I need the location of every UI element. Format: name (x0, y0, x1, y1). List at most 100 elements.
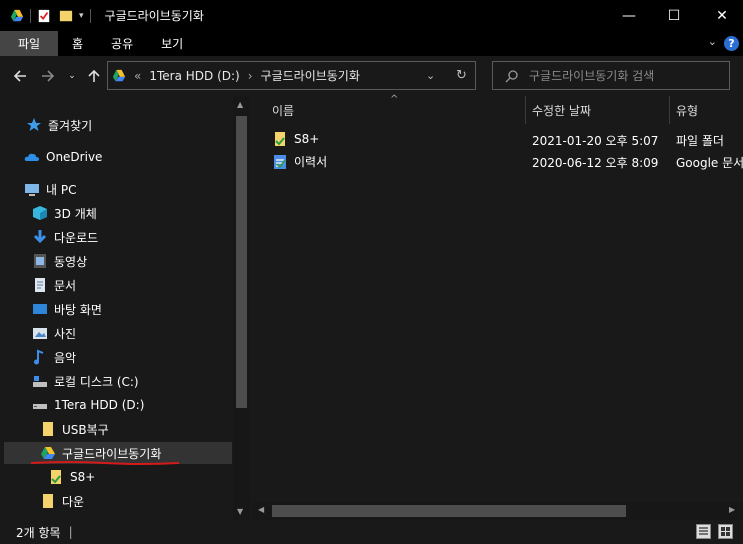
google-drive-folder-icon (41, 447, 55, 459)
minimize-button[interactable]: — (604, 0, 654, 31)
arrow-left-icon (13, 70, 26, 82)
breadcrumb-separator[interactable]: › (248, 69, 253, 83)
refresh-icon[interactable]: ↻ (456, 68, 467, 83)
star-icon (27, 118, 41, 131)
up-button[interactable] (86, 64, 102, 88)
nav-folder-usb[interactable]: USB복구 (40, 418, 109, 440)
sort-indicator-icon: ^ (390, 94, 399, 105)
ribbon-tabs: 파일 홈 공유 보기 (0, 31, 743, 56)
breadcrumb-drive[interactable]: 1Tera HDD (D:) (149, 69, 239, 83)
maximize-button[interactable]: ☐ (649, 0, 699, 31)
nav-label: 음악 (54, 350, 77, 365)
nav-downloads[interactable]: 다운로드 (32, 226, 98, 248)
column-separator[interactable] (669, 96, 670, 124)
scroll-up-icon[interactable]: ▲ (237, 100, 243, 109)
nav-3d-objects[interactable]: 3D 개체 (32, 202, 97, 224)
file-type: 파일 폴더 (676, 134, 724, 148)
close-button[interactable]: ✕ (697, 0, 743, 31)
back-button[interactable] (10, 64, 30, 88)
column-separator[interactable] (525, 96, 526, 124)
expand-ribbon-icon[interactable]: ⌄ (708, 35, 717, 48)
google-docs-icon (274, 154, 286, 169)
pictures-icon (33, 328, 47, 339)
nav-pictures[interactable]: 사진 (32, 322, 76, 344)
nav-label: 다운로드 (54, 230, 99, 245)
tab-share[interactable]: 공유 (97, 31, 147, 56)
tab-view[interactable]: 보기 (147, 31, 197, 56)
nav-label: 구글드라이브동기화 (62, 446, 162, 461)
forward-button[interactable] (38, 64, 58, 88)
details-view-button[interactable] (696, 524, 711, 539)
search-box[interactable]: 구글드라이브동기화 검색 (492, 61, 730, 90)
navigation-bar: ⌄ « 1Tera HDD (D:) › 구글드라이브동기화 ⌄ ↻ 구글드라이… (0, 56, 743, 96)
nav-music[interactable]: 음악 (32, 346, 76, 368)
nav-onedrive[interactable]: OneDrive (24, 146, 102, 168)
item-count: 2개 항목 (16, 525, 61, 540)
nav-local-disk-c[interactable]: 로컬 디스크 (C:) (32, 370, 139, 392)
properties-icon[interactable] (37, 9, 51, 23)
nav-documents[interactable]: 문서 (32, 274, 76, 296)
content-scrollbar-thumb[interactable] (272, 505, 626, 517)
nav-label: 동영상 (54, 254, 88, 269)
column-header-type[interactable]: 유형 (676, 96, 698, 124)
nav-label: 로컬 디스크 (C:) (54, 374, 139, 389)
arrow-up-icon (88, 69, 100, 82)
nav-label: 즐겨찾기 (48, 118, 93, 133)
file-name: 이력서 (294, 155, 328, 169)
nav-scrollbar-thumb[interactable] (236, 116, 247, 408)
nav-this-pc[interactable]: 내 PC (24, 178, 76, 200)
file-name: S8+ (294, 132, 320, 146)
document-icon (35, 278, 45, 292)
tab-home[interactable]: 홈 (58, 31, 97, 56)
table-row[interactable]: 이력서 2020-06-12 오후 8:09 Google 문서 (252, 150, 743, 172)
download-icon (33, 230, 47, 244)
nav-videos[interactable]: 동영상 (32, 250, 87, 272)
scroll-right-icon[interactable]: ▶ (729, 505, 735, 514)
nav-label: 바탕 화면 (54, 302, 102, 317)
tab-file[interactable]: 파일 (0, 31, 58, 56)
folder-icon (43, 494, 53, 508)
details-view-icon (699, 527, 708, 535)
file-list: ^ 이름 수정한 날짜 유형 S8+ 2021-01-20 오후 5:07 파일… (252, 94, 743, 520)
title-separator (89, 8, 91, 23)
large-icons-view-icon (721, 527, 730, 536)
nav-folder-s8[interactable]: S8+ (48, 466, 95, 488)
scroll-left-icon[interactable]: ◀ (258, 505, 264, 514)
nav-label: USB복구 (62, 422, 109, 437)
table-row[interactable]: S8+ 2021-01-20 오후 5:07 파일 폴더 (252, 128, 743, 150)
nav-desktop[interactable]: 바탕 화면 (32, 298, 102, 320)
customize-quick-access-icon[interactable]: ▾ (79, 11, 84, 21)
address-bar[interactable]: « 1Tera HDD (D:) › 구글드라이브동기화 ⌄ ↻ (107, 61, 476, 90)
column-header-date[interactable]: 수정한 날짜 (532, 96, 591, 124)
nav-label: 3D 개체 (54, 206, 97, 221)
address-overflow[interactable]: « (134, 69, 141, 83)
new-folder-icon[interactable] (59, 9, 73, 23)
help-button[interactable]: ? (724, 36, 739, 51)
file-date: 2020-06-12 오후 8:09 (532, 156, 659, 170)
3d-objects-icon (33, 206, 47, 220)
nav-label: 내 PC (46, 182, 77, 197)
nav-label: 1Tera HDD (D:) (54, 398, 145, 412)
nav-quick-access[interactable]: 즐겨찾기 (26, 114, 92, 136)
title-separator (30, 8, 31, 23)
synced-folder-icon (51, 470, 61, 484)
large-icons-view-button[interactable] (718, 524, 733, 539)
title-bar: ▾ 구글드라이브동기화 — ☐ ✕ (0, 0, 743, 31)
nav-folder-down[interactable]: 다운 (40, 490, 84, 512)
nav-label: 문서 (54, 278, 77, 293)
scroll-down-icon[interactable]: ▼ (237, 507, 243, 516)
recent-locations-button[interactable]: ⌄ (64, 64, 80, 88)
column-header-name[interactable]: 이름 (272, 96, 294, 124)
breadcrumb-folder[interactable]: 구글드라이브동기화 (261, 67, 360, 84)
status-bar: 2개 항목 | (0, 520, 743, 544)
search-icon (505, 69, 518, 82)
video-icon (34, 254, 46, 268)
nav-label: 사진 (54, 326, 77, 341)
nav-drive-d[interactable]: 1Tera HDD (D:) (32, 394, 144, 416)
nav-label: 다운 (62, 494, 85, 509)
nav-label: OneDrive (46, 150, 103, 164)
navigation-pane: 즐겨찾기 OneDrive 내 PC 3D 개체 다운로드 동영상 문서 바탕 … (0, 96, 250, 520)
status-separator: | (68, 525, 73, 539)
address-dropdown-icon[interactable]: ⌄ (426, 69, 435, 82)
file-date: 2021-01-20 오후 5:07 (532, 134, 659, 148)
